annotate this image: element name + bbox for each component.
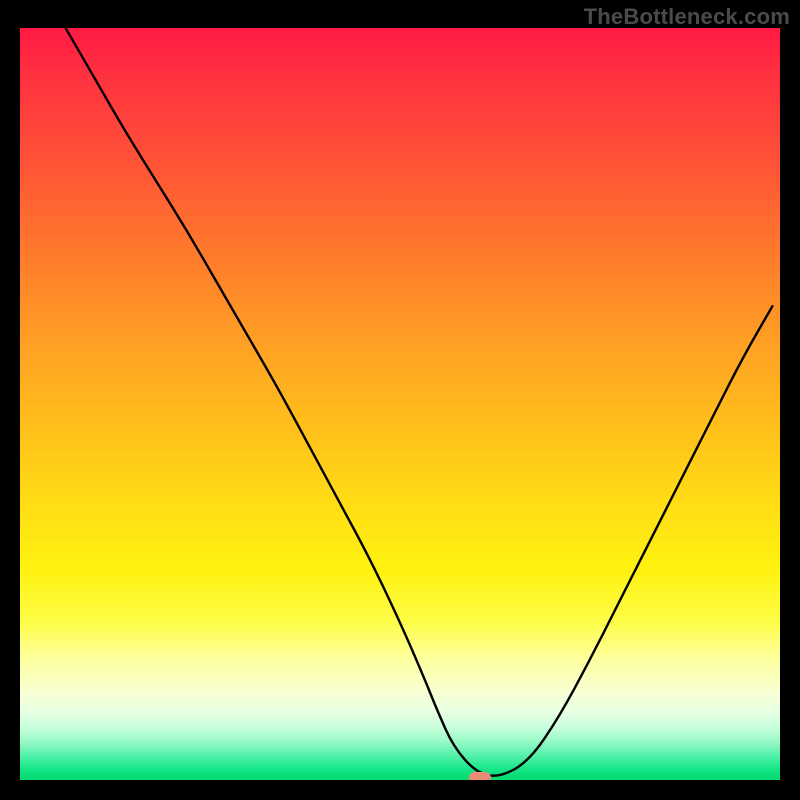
chart-frame: TheBottleneck.com [0,0,800,800]
curve-svg [20,28,780,780]
plot-area [20,28,780,780]
bottleneck-curve [66,28,773,776]
optimal-marker [469,772,491,780]
watermark-text: TheBottleneck.com [584,4,790,30]
